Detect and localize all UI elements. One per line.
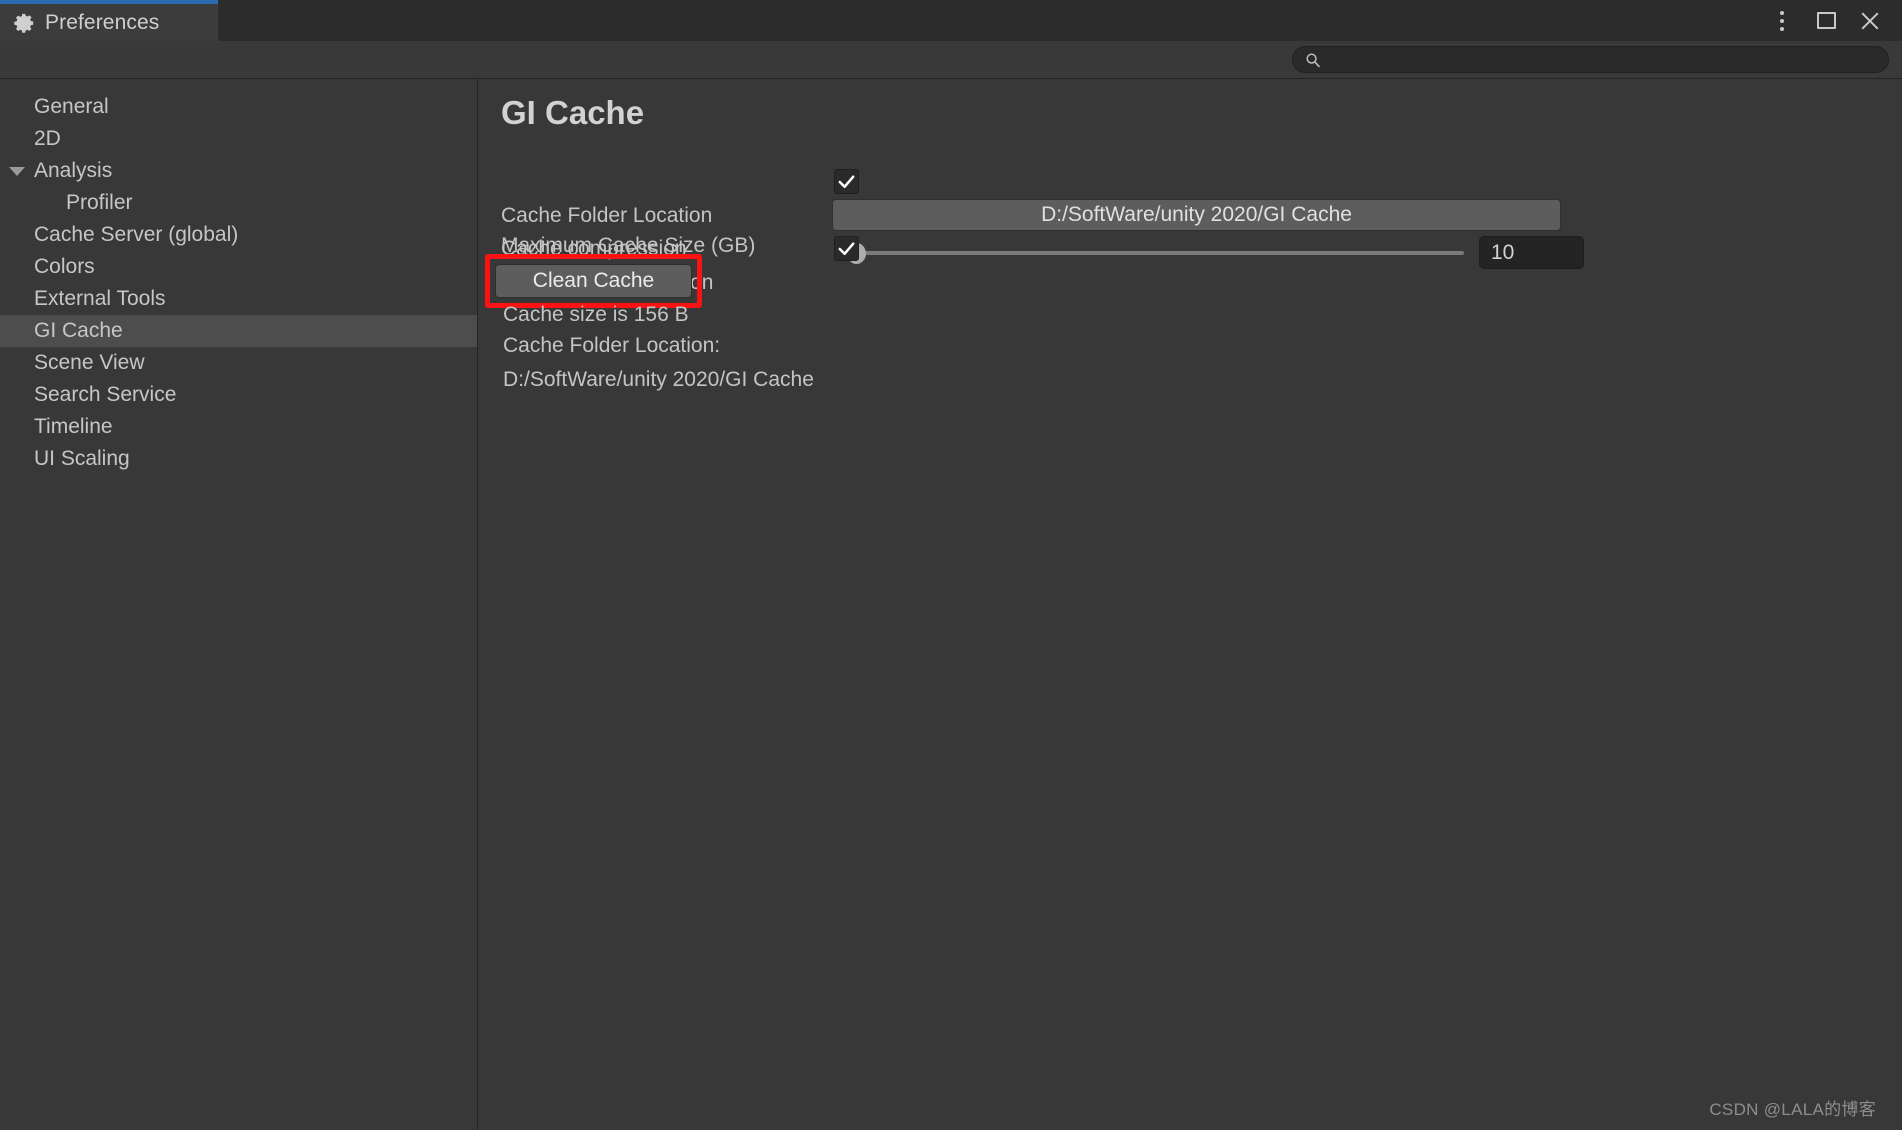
maximize-button[interactable] xyxy=(1804,0,1848,41)
gear-icon xyxy=(14,12,36,34)
toolbar xyxy=(0,41,1902,79)
sidebar-item-general[interactable]: General xyxy=(0,91,477,123)
sidebar-item-external-tools[interactable]: External Tools xyxy=(0,283,477,315)
check-icon xyxy=(835,237,858,260)
sidebar-item-label: 2D xyxy=(34,127,61,151)
sidebar-item-label: Cache Server (global) xyxy=(34,223,238,247)
sidebar-item-label: Search Service xyxy=(34,383,176,407)
window-menu-button[interactable] xyxy=(1760,0,1804,41)
sidebar-item-scene-view[interactable]: Scene View xyxy=(0,347,477,379)
close-icon xyxy=(1859,10,1881,32)
sidebar-item-label: External Tools xyxy=(34,287,166,311)
maximize-icon xyxy=(1817,12,1836,29)
sidebar-item-label: Scene View xyxy=(34,351,145,375)
sidebar-item-analysis[interactable]: Analysis xyxy=(0,155,477,187)
sidebar-item-label: Timeline xyxy=(34,415,113,439)
sidebar-item-gi-cache[interactable]: GI Cache xyxy=(0,315,477,347)
cache-size-text: Cache size is 156 B xyxy=(503,303,689,327)
sidebar-item-label: GI Cache xyxy=(34,319,123,343)
sidebar-item-label: UI Scaling xyxy=(34,447,130,471)
sidebar-item-2d[interactable]: 2D xyxy=(0,123,477,155)
custom-cache-location-checkbox[interactable] xyxy=(834,169,859,194)
cache-folder-location-path: D:/SoftWare/unity 2020/GI Cache xyxy=(503,368,814,392)
tab-preferences[interactable]: Preferences xyxy=(0,0,218,41)
check-icon xyxy=(835,170,858,193)
max-cache-size-slider-track[interactable] xyxy=(834,251,1464,255)
sidebar-item-label: Profiler xyxy=(66,191,133,215)
sidebar: General 2D Analysis Profiler Cache Serve… xyxy=(0,79,478,1130)
clean-cache-button[interactable]: Clean Cache xyxy=(495,264,692,298)
title-bar: Preferences xyxy=(0,0,1902,41)
search-box[interactable] xyxy=(1292,46,1889,73)
sidebar-item-label: Colors xyxy=(34,255,95,279)
sidebar-item-timeline[interactable]: Timeline xyxy=(0,411,477,443)
vertical-dots-icon xyxy=(1780,11,1784,31)
sidebar-item-cache-server-global[interactable]: Cache Server (global) xyxy=(0,219,477,251)
window-controls xyxy=(1760,0,1892,41)
sidebar-item-label: Analysis xyxy=(34,159,112,183)
watermark: CSDN @LALA的博客 xyxy=(1709,1095,1876,1120)
close-button[interactable] xyxy=(1848,0,1892,41)
chevron-down-icon[interactable] xyxy=(9,167,25,176)
sidebar-item-profiler[interactable]: Profiler xyxy=(0,187,477,219)
sidebar-item-colors[interactable]: Colors xyxy=(0,251,477,283)
cache-folder-location-button[interactable]: D:/SoftWare/unity 2020/GI Cache xyxy=(832,199,1561,231)
search-input[interactable] xyxy=(1327,51,1867,68)
preferences-window: Preferences General xyxy=(0,0,1902,1130)
cache-folder-location-label: Cache Folder Location xyxy=(501,204,712,228)
cache-folder-location-heading: Cache Folder Location: xyxy=(503,334,720,358)
sidebar-item-label: General xyxy=(34,95,109,119)
main-panel: GI Cache Maximum Cache Size (GB) 10 Cust… xyxy=(479,79,1902,1130)
page-title: GI Cache xyxy=(501,94,644,132)
tab-label: Preferences xyxy=(45,11,159,35)
search-icon xyxy=(1305,52,1321,68)
sidebar-item-search-service[interactable]: Search Service xyxy=(0,379,477,411)
sidebar-item-ui-scaling[interactable]: UI Scaling xyxy=(0,443,477,475)
cache-compression-checkbox[interactable] xyxy=(834,236,859,261)
max-cache-size-input[interactable]: 10 xyxy=(1479,236,1584,269)
cache-compression-label: Cache compression xyxy=(501,237,687,261)
